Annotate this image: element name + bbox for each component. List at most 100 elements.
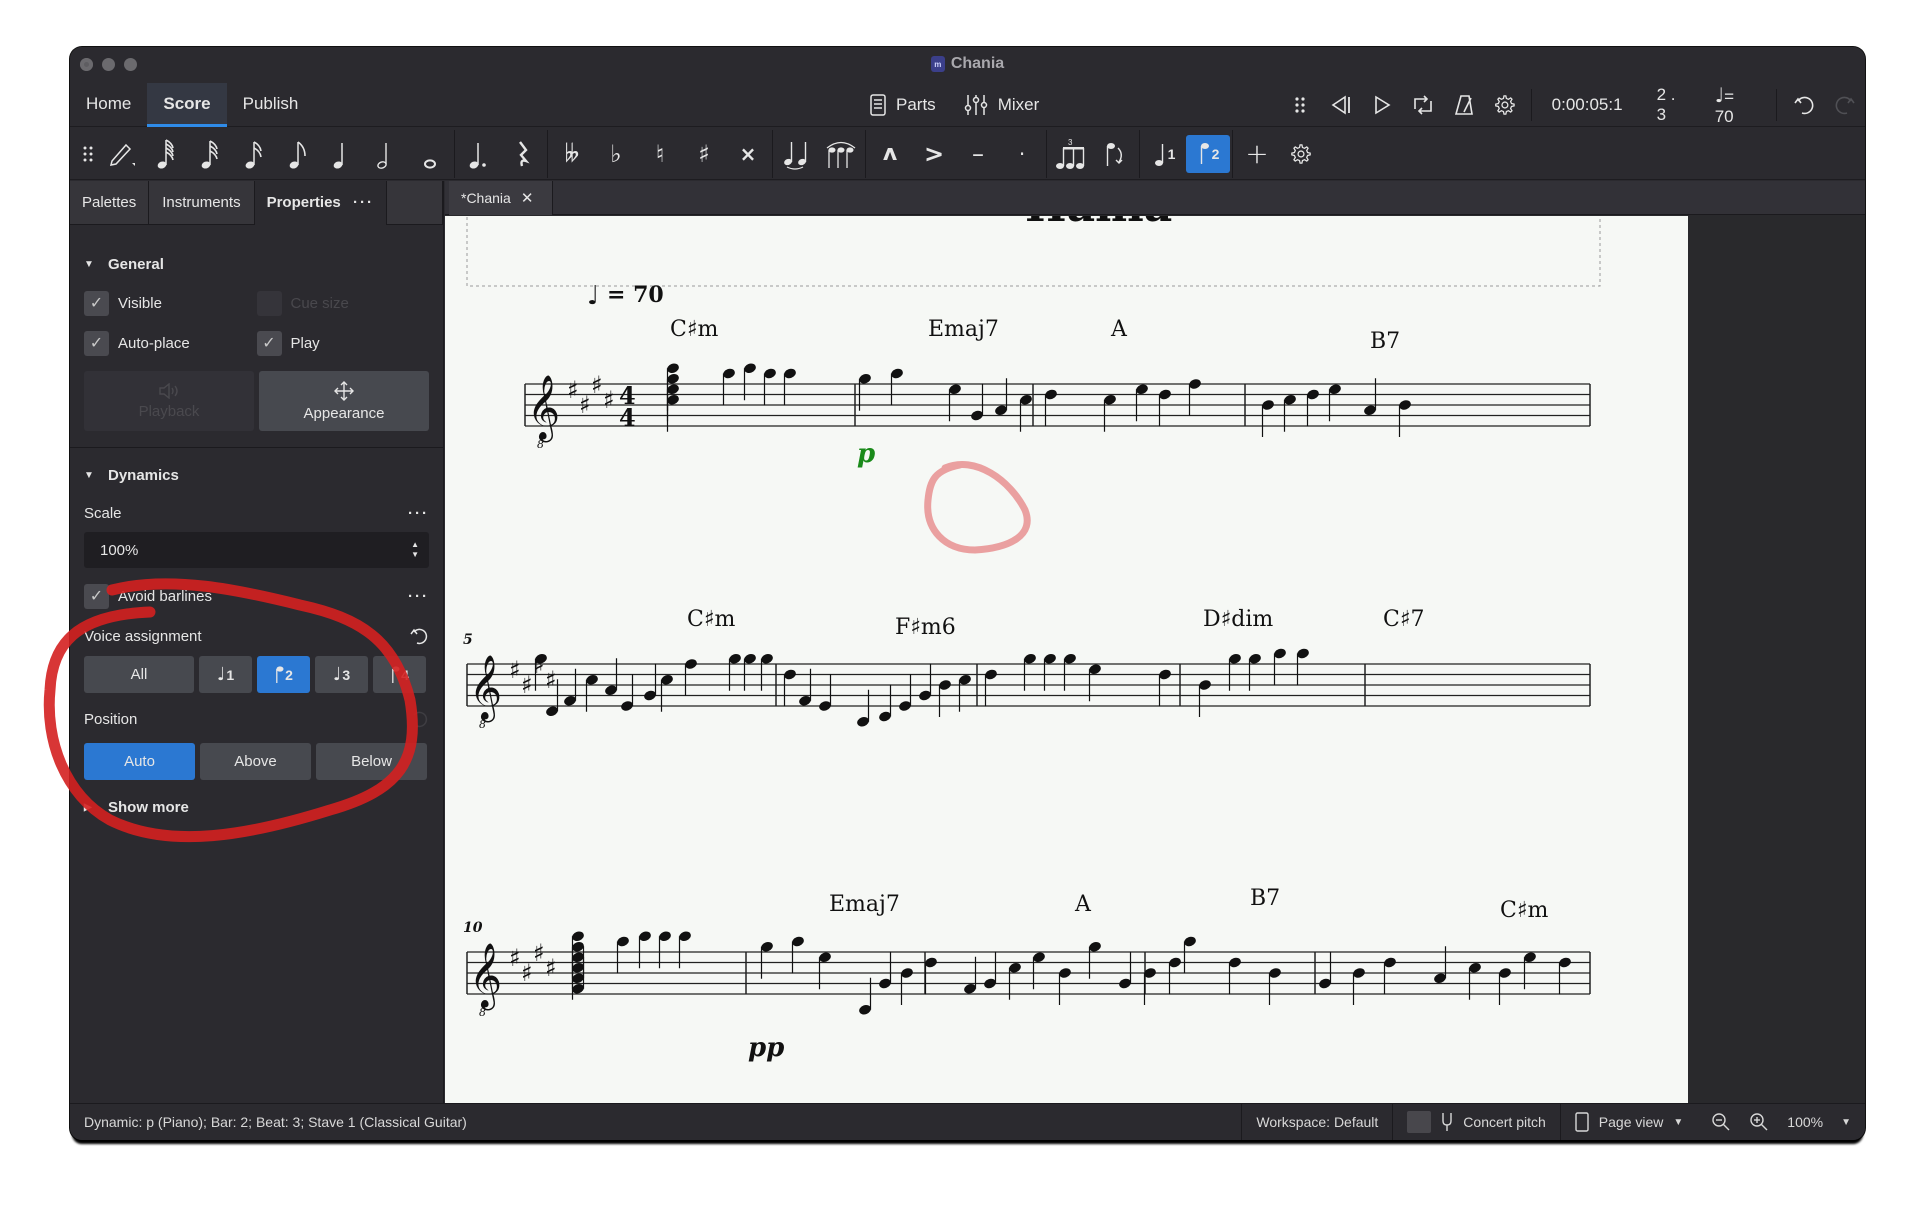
voice-1-button[interactable]: 1 — [1142, 135, 1186, 173]
position-above-option[interactable]: Above — [200, 743, 311, 780]
avoid-barlines-checkbox[interactable]: ✓ Avoid barlines — [84, 583, 261, 609]
note-toolbar-drag-handle[interactable] — [76, 135, 100, 173]
increment-icon[interactable]: ▲ — [411, 540, 419, 550]
duration-eighth-button[interactable] — [276, 135, 320, 173]
duration-whole-button[interactable] — [408, 135, 452, 173]
tab-palettes[interactable]: Palettes — [70, 181, 150, 225]
duration-16th-button[interactable] — [232, 135, 276, 173]
duration-32nd-button[interactable] — [188, 135, 232, 173]
augmentation-dot-button[interactable] — [457, 135, 501, 173]
tab-publish[interactable]: Publish — [227, 83, 315, 127]
undo-button[interactable] — [1783, 83, 1824, 127]
concert-pitch-toggle[interactable]: Concert pitch — [1392, 1103, 1559, 1140]
double-flat-button[interactable]: 𝄫 — [550, 135, 594, 173]
position-below-option[interactable]: Below — [316, 743, 427, 780]
play-checkbox[interactable]: ✓ Play — [256, 330, 430, 356]
tempo-readout: ♩= 70 — [1715, 83, 1771, 127]
play-button[interactable] — [1362, 83, 1403, 127]
natural-button[interactable]: ♮ — [638, 135, 682, 173]
voice-3-option[interactable]: ♩ 3 — [315, 656, 368, 693]
64th-note-icon — [157, 138, 174, 169]
view-mode-dropdown[interactable]: Page view ▼ — [1559, 1103, 1698, 1140]
scale-spinbox[interactable]: 100% ▲ ▼ — [84, 532, 429, 568]
title-bar: m Chania — [70, 47, 1865, 81]
zoom-window-button[interactable] — [124, 58, 137, 71]
loop-button[interactable] — [1402, 83, 1443, 127]
16th-note-icon — [245, 140, 262, 169]
customize-toolbar-button[interactable] — [1279, 135, 1323, 173]
checkmark-icon: ✓ — [84, 583, 109, 609]
tab-score[interactable]: Score — [147, 83, 227, 127]
workspace-selector[interactable]: Workspace: Default — [1241, 1103, 1392, 1140]
staccato-button[interactable]: · — [1000, 135, 1044, 173]
position-auto-option[interactable]: Auto — [84, 743, 195, 780]
playback-toolbar-drag-handle[interactable] — [1280, 83, 1321, 127]
drag-handle-icon — [83, 146, 93, 161]
selection-info: Dynamic: p (Piano); Bar: 2; Beat: 3; Sta… — [84, 1114, 467, 1130]
mixer-button[interactable]: Mixer — [964, 94, 1039, 116]
chevron-down-icon[interactable]: ▼ — [1841, 1117, 1851, 1128]
flip-direction-button[interactable] — [1093, 135, 1137, 173]
scale-value[interactable]: 100% — [100, 542, 138, 559]
zoom-out-icon[interactable] — [1711, 1112, 1731, 1132]
add-button[interactable]: + — [1235, 135, 1279, 173]
decrement-icon[interactable]: ▼ — [411, 550, 419, 560]
playback-settings-button[interactable] — [1484, 83, 1525, 127]
tie-button[interactable] — [775, 135, 819, 173]
duration-quarter-button[interactable] — [320, 135, 364, 173]
score-page[interactable]: Hania𝄞8♯♯♯♯44♩= 70C♯mEmaj7AB7𝄞8♯♯♯♯5C♯mF… — [445, 216, 1688, 1103]
duration-64th-button[interactable] — [144, 135, 188, 173]
voice-4-option[interactable]: 4 — [373, 656, 426, 693]
voice-2-button[interactable]: 2 — [1186, 134, 1230, 173]
sharp-button[interactable]: ♯ — [682, 135, 726, 173]
cue-size-label: Cue size — [290, 294, 349, 312]
playback-button[interactable]: Playback — [84, 371, 254, 431]
visible-checkbox[interactable]: ✓ Visible — [84, 290, 257, 316]
checkmark-icon: ✓ — [256, 330, 282, 356]
chord-symbol: C♯m — [687, 607, 735, 632]
zoom-in-icon[interactable] — [1749, 1112, 1769, 1132]
redo-button[interactable] — [1824, 83, 1865, 127]
parts-button[interactable]: Parts — [870, 94, 936, 116]
document-tab-chania[interactable]: *Chania ✕ — [449, 181, 553, 215]
voice-2-option-label: 2 — [285, 666, 293, 683]
tuplet-button[interactable]: 3 — [1049, 135, 1093, 173]
panel-menu-button[interactable]: ··· — [353, 194, 374, 211]
general-section-header[interactable]: ▼ General — [84, 249, 429, 279]
double-sharp-button[interactable]: × — [726, 135, 770, 173]
flat-button[interactable]: ♭ — [594, 135, 638, 173]
dynamics-section-header[interactable]: ▼ Dynamics — [84, 460, 429, 490]
avoid-barlines-menu-button[interactable]: ··· — [408, 588, 429, 605]
voice-2-option[interactable]: 2 — [257, 656, 310, 693]
cue-size-checkbox[interactable]: ✓ Cue size — [256, 290, 430, 316]
voice-all-button[interactable]: All — [84, 656, 194, 693]
tab-instruments[interactable]: Instruments — [149, 181, 255, 225]
tempo-marking: = 70 — [607, 282, 664, 308]
minimize-window-button[interactable] — [102, 58, 115, 71]
close-window-button[interactable] — [80, 58, 93, 71]
appearance-button[interactable]: Appearance — [259, 371, 429, 431]
voice-1-option[interactable]: ♩ 1 — [199, 656, 252, 693]
marcato-button[interactable]: ʌ — [868, 135, 912, 173]
zoom-level[interactable]: 100% — [1787, 1114, 1823, 1130]
accent-button[interactable]: > — [912, 135, 956, 173]
show-more-toggle[interactable]: ▶ Show more — [84, 792, 429, 822]
reset-icon[interactable] — [409, 709, 429, 729]
tab-home[interactable]: Home — [70, 83, 147, 127]
chord-symbol: D♯dim — [1203, 607, 1273, 632]
metronome-button[interactable] — [1443, 83, 1484, 127]
rest-button[interactable] — [501, 135, 545, 173]
note-input-button[interactable] — [100, 135, 144, 173]
concert-pitch-checkbox[interactable] — [1407, 1111, 1432, 1133]
rewind-button[interactable] — [1321, 83, 1362, 127]
close-tab-icon[interactable]: ✕ — [521, 189, 534, 207]
scale-menu-button[interactable]: ··· — [408, 505, 429, 522]
auto-place-checkbox[interactable]: ✓ Auto-place — [84, 330, 257, 356]
tenuto-button[interactable]: – — [956, 135, 1000, 173]
score-notation[interactable]: Hania𝄞8♯♯♯♯44♩= 70C♯mEmaj7AB7𝄞8♯♯♯♯5C♯mF… — [445, 216, 1688, 1103]
octave-8-marker: 8 — [537, 438, 544, 451]
duration-half-button[interactable] — [364, 135, 408, 173]
slur-button[interactable] — [819, 135, 863, 173]
reset-icon[interactable] — [409, 626, 429, 646]
tab-properties[interactable]: Properties ··· — [254, 181, 387, 225]
